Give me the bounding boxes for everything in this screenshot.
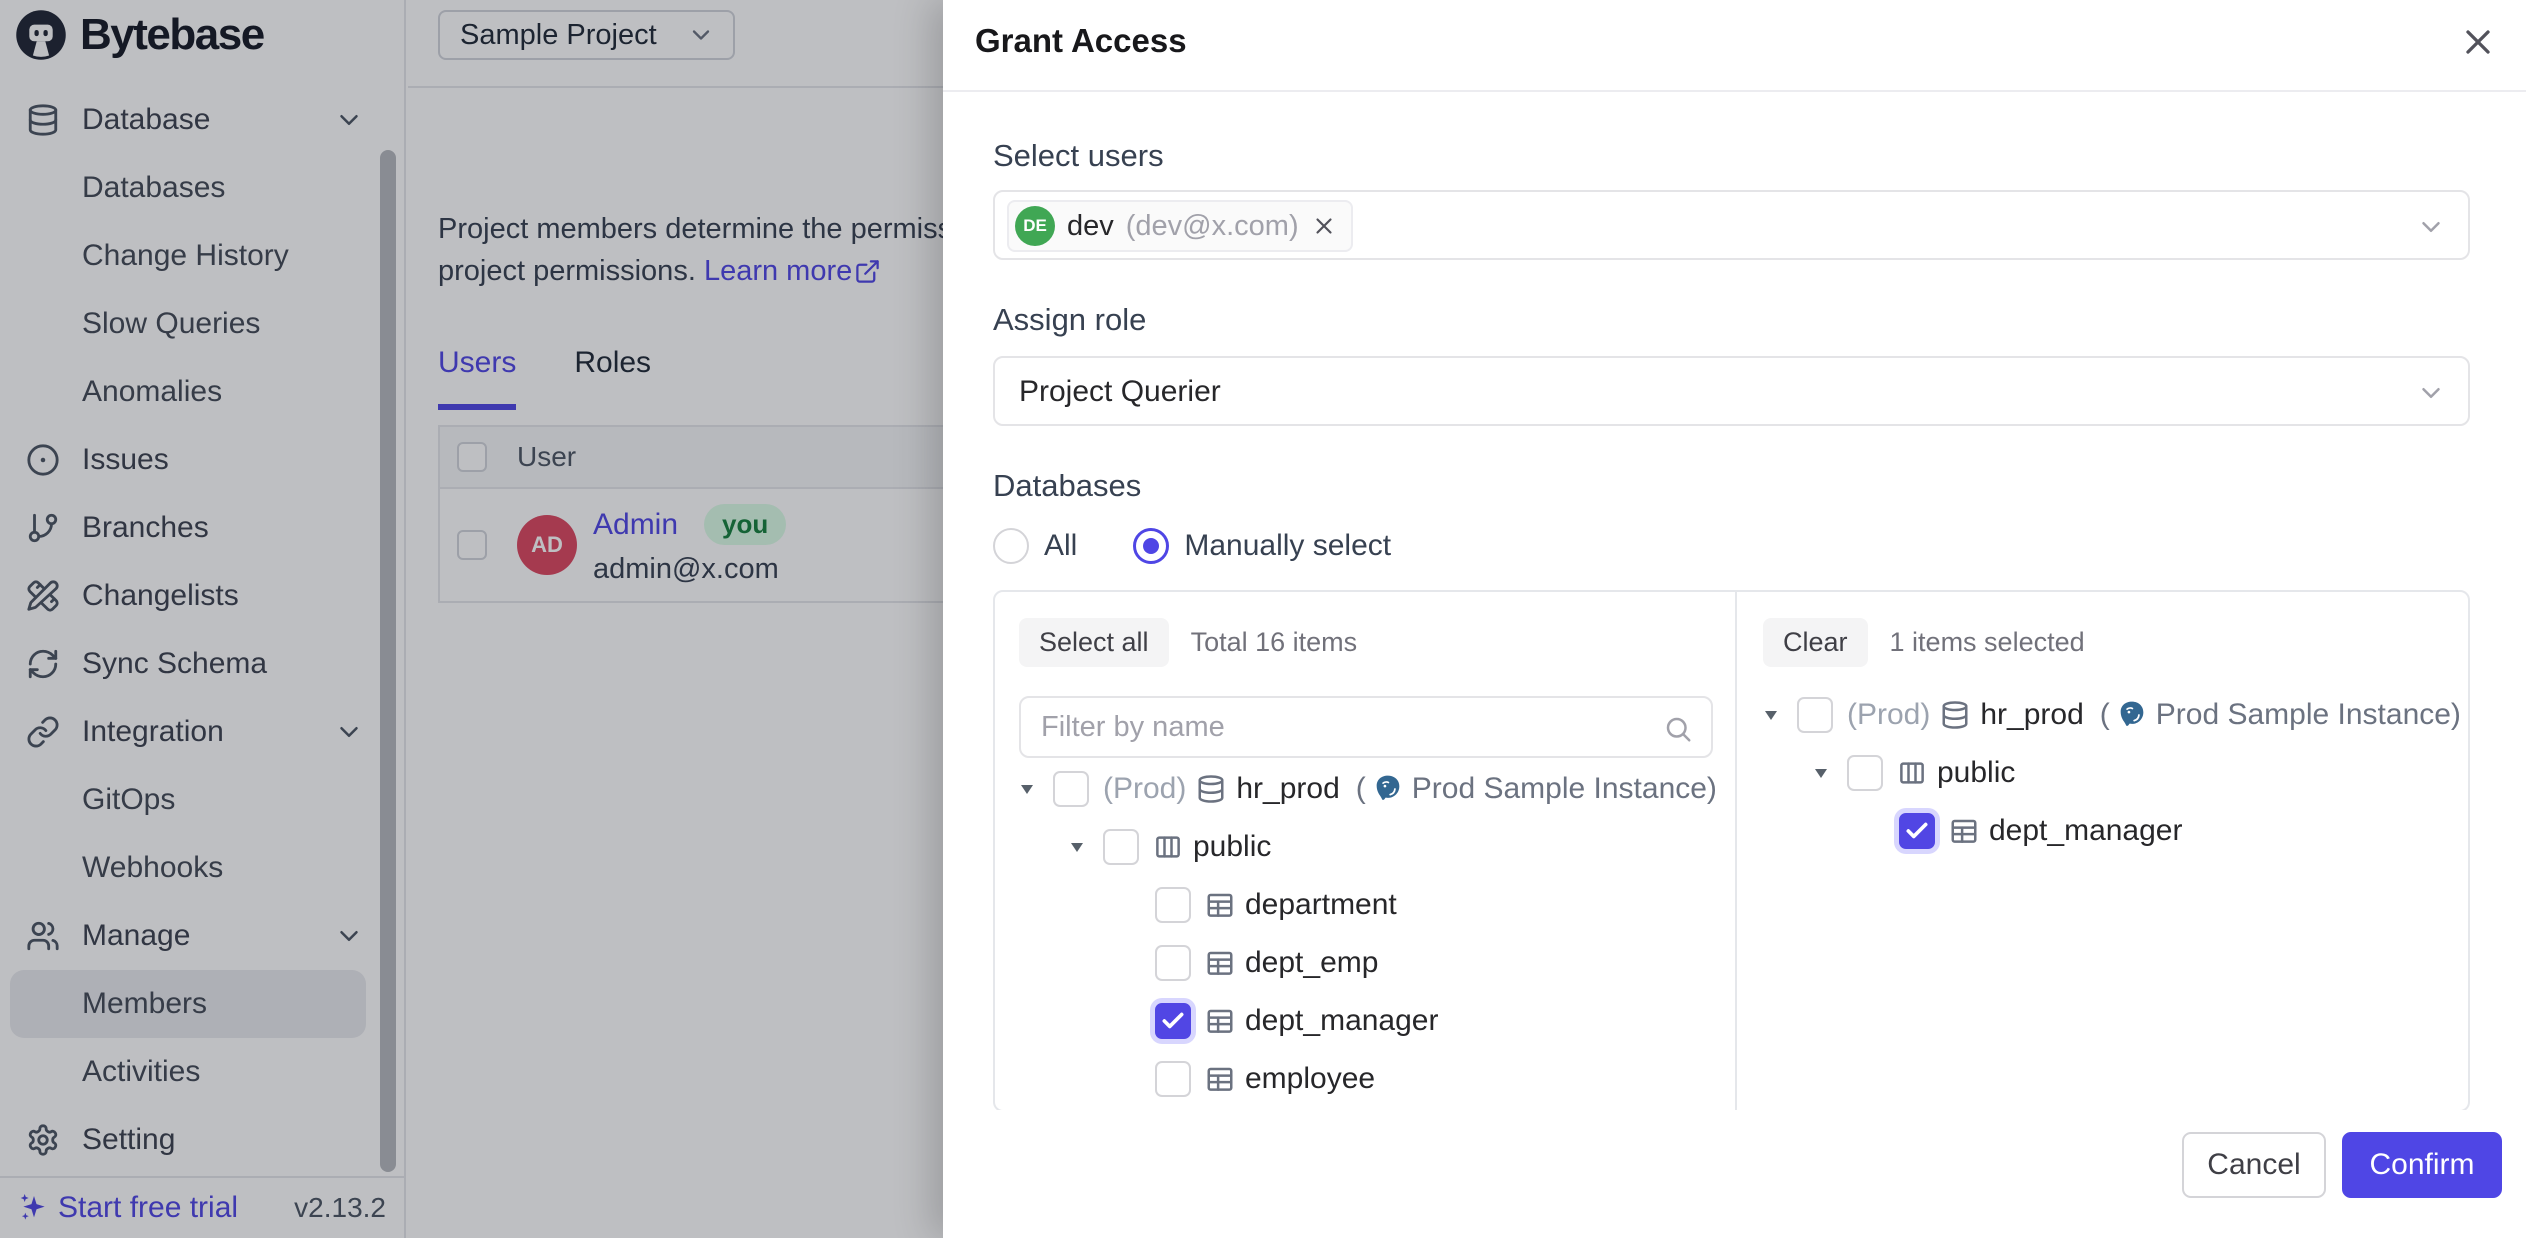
search-icon — [1663, 714, 1693, 744]
chevron-down-icon — [2416, 378, 2446, 408]
tree-row-table: dept_manager — [1739, 802, 2468, 860]
database-transfer: Select all Total 16 items (Prod) hr_prod… — [993, 590, 2470, 1112]
checkbox[interactable] — [1155, 1061, 1191, 1097]
filter-box — [1019, 696, 1713, 758]
table-icon — [1205, 1006, 1235, 1036]
clear-button[interactable]: Clear — [1763, 618, 1868, 667]
table-icon — [1205, 948, 1235, 978]
checkbox[interactable] — [1847, 755, 1883, 791]
caret-down-icon[interactable] — [1809, 761, 1833, 785]
checkbox[interactable] — [1797, 697, 1833, 733]
tree-row-table: department — [995, 876, 1735, 934]
tree-row-database: (Prod) hr_prod ( Prod Sample Instance) — [1739, 686, 2468, 744]
databases-label: Databases — [993, 468, 1141, 504]
source-panel: Select all Total 16 items (Prod) hr_prod… — [995, 592, 1737, 1110]
caret-down-icon[interactable] — [1065, 835, 1089, 859]
caret-down-icon[interactable] — [1759, 703, 1783, 727]
database-icon — [1196, 774, 1226, 804]
tree-row-database: (Prod) hr_prod ( Prod Sample Instance) — [995, 760, 1735, 818]
checkbox[interactable] — [1155, 945, 1191, 981]
caret-down-icon[interactable] — [1015, 777, 1039, 801]
radio-all[interactable]: All — [993, 528, 1077, 564]
select-all-button[interactable]: Select all — [1019, 618, 1169, 667]
database-icon — [1940, 700, 1970, 730]
tree-row-table: employee — [995, 1050, 1735, 1108]
check-icon — [1904, 818, 1930, 844]
checkbox[interactable] — [1103, 829, 1139, 865]
checkbox-checked[interactable] — [1899, 813, 1935, 849]
table-icon — [1205, 1064, 1235, 1094]
grant-access-modal: Grant Access Select users DE dev (dev@x.… — [943, 0, 2526, 1238]
chevron-down-icon — [2416, 212, 2446, 242]
postgresql-icon — [1372, 773, 1404, 805]
radio-manually-select[interactable]: Manually select — [1133, 528, 1391, 564]
confirm-button[interactable]: Confirm — [2342, 1132, 2502, 1198]
modal-title: Grant Access — [975, 22, 1187, 60]
avatar: DE — [1015, 206, 1055, 246]
select-users-input[interactable]: DE dev (dev@x.com) — [993, 190, 2470, 260]
total-items-label: Total 16 items — [1191, 627, 1358, 658]
modal-footer: Cancel Confirm — [943, 1110, 2526, 1238]
role-select-value: Project Querier — [1019, 375, 1221, 409]
modal-header: Grant Access — [943, 0, 2526, 92]
schema-icon — [1897, 758, 1927, 788]
role-select[interactable]: Project Querier — [993, 356, 2470, 426]
radio-circle — [993, 528, 1029, 564]
selected-count-label: 1 items selected — [1890, 627, 2085, 658]
radio-circle — [1133, 528, 1169, 564]
postgresql-icon — [2116, 699, 2148, 731]
database-scope-radios: All Manually select — [993, 528, 1391, 564]
check-icon — [1160, 1008, 1186, 1034]
schema-icon — [1153, 832, 1183, 862]
cancel-button[interactable]: Cancel — [2182, 1132, 2326, 1198]
tree-row-schema: public — [995, 818, 1735, 876]
selected-user-chip: DE dev (dev@x.com) — [1007, 200, 1353, 252]
select-users-label: Select users — [993, 138, 1164, 174]
checkbox[interactable] — [1053, 771, 1089, 807]
close-icon[interactable] — [2458, 22, 2498, 62]
selected-panel: Clear 1 items selected (Prod) hr_prod ( … — [1739, 592, 2468, 1110]
remove-user-icon[interactable] — [1311, 213, 1337, 239]
table-icon — [1205, 890, 1235, 920]
assign-role-label: Assign role — [993, 302, 1146, 338]
tree-row-table: dept_emp — [995, 934, 1735, 992]
checkbox-checked[interactable] — [1155, 1003, 1191, 1039]
tree-row-schema: public — [1739, 744, 2468, 802]
filter-input[interactable] — [1021, 698, 1711, 756]
table-icon — [1949, 816, 1979, 846]
checkbox[interactable] — [1155, 887, 1191, 923]
tree-row-table: dept_manager — [995, 992, 1735, 1050]
